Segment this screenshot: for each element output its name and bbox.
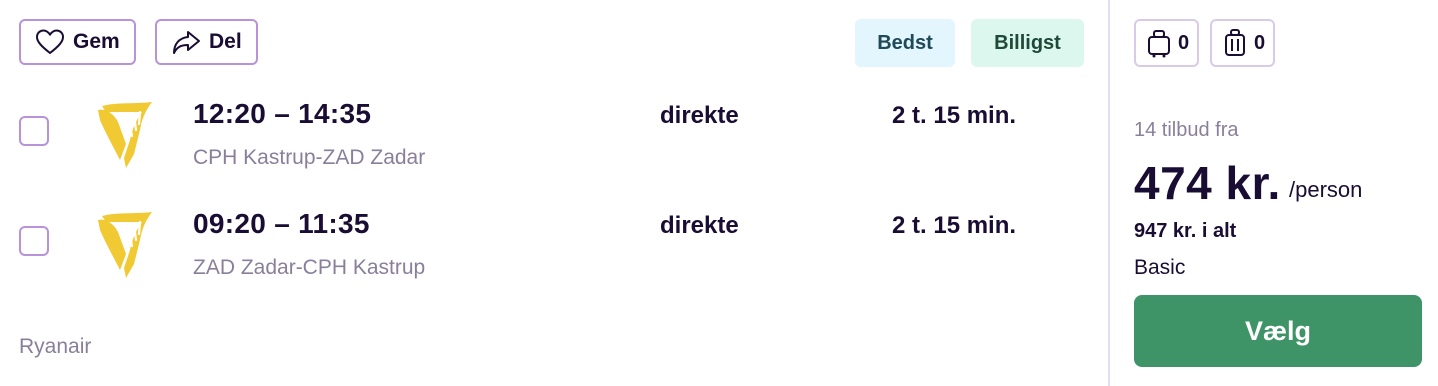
flight-1-stops: direkte [660,102,739,129]
checked-bag-count[interactable]: 0 [1210,19,1276,67]
cabin-bag-icon [1148,30,1170,58]
cabin-bag-count[interactable]: 0 [1134,19,1200,67]
flight-1-checkbox[interactable] [19,116,49,146]
checked-bag-count-value: 0 [1254,31,1266,54]
cheapest-badge: Billigst [971,19,1084,67]
offers-count: 14 tilbud fra [1134,119,1239,141]
price-total: 947 kr. i alt [1134,220,1237,242]
heart-icon [35,29,65,55]
save-button[interactable]: Gem [19,19,136,65]
best-badge: Bedst [855,19,955,67]
flight-1-time: 12:20 – 14:35 [193,98,372,129]
share-arrow-icon [173,31,200,54]
flight-2-checkbox[interactable] [19,226,49,256]
carrier-name: Ryanair [19,335,92,358]
cabin-bag-count-value: 0 [1178,31,1190,54]
flight-1-route: CPH Kastrup-ZAD Zadar [193,146,426,169]
share-label: Del [209,30,242,53]
save-label: Gem [73,30,120,53]
ryanair-harp-icon [98,212,152,278]
flight-2-time: 09:20 – 11:35 [193,208,370,239]
flight-2-duration: 2 t. 15 min. [892,212,1017,239]
ryanair-harp-icon [98,102,152,168]
price-panel: 0 0 14 tilbud fra 474 kr. /person 947 kr… [1110,0,1438,386]
flight-2-route: ZAD Zadar-CPH Kastrup [193,256,426,279]
price-unit: /person [1289,177,1363,202]
fare-type: Basic [1134,256,1186,279]
checked-bag-icon [1225,29,1245,56]
flight-1-duration: 2 t. 15 min. [892,102,1017,129]
price-per-person: 474 kr. [1134,157,1281,209]
flight-2-stops: direkte [660,212,739,239]
select-button[interactable]: Vælg [1134,295,1422,367]
share-button[interactable]: Del [155,19,258,65]
flight-result-card: Gem Del Bedst Billigst 12:20 – 14:35 CPH… [0,0,1108,386]
